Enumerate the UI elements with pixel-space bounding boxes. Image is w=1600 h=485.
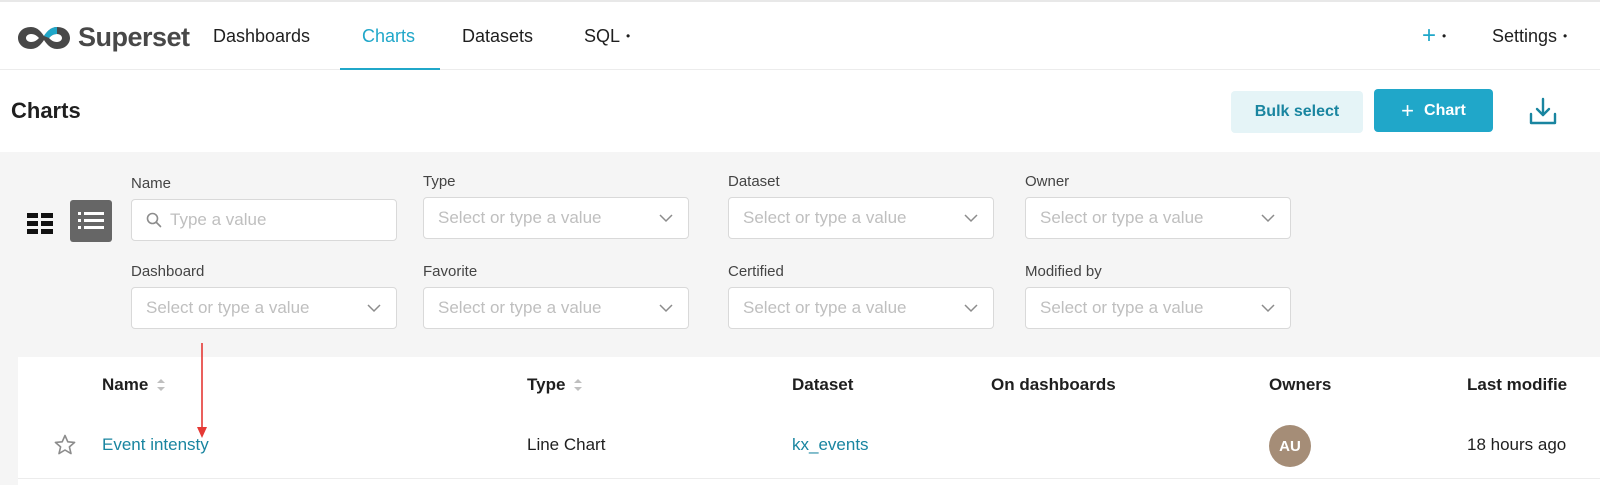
chevron-down-icon [659,214,673,223]
add-chart-label: Chart [1424,101,1466,119]
filter-certified-select[interactable]: Select or type a value [728,287,994,329]
filter-favorite-select[interactable]: Select or type a value [423,287,689,329]
filter-owner-label: Owner [1025,173,1070,190]
search-icon [146,212,162,228]
top-nav: Superset Dashboards Charts Datasets SQL •… [0,0,1600,71]
filter-type-placeholder: Select or type a value [438,208,602,227]
filter-dashboard-label: Dashboard [131,263,205,280]
download-icon[interactable] [1528,96,1558,128]
filter-name-input[interactable]: Type a value [131,199,397,241]
favorite-star-icon[interactable] [53,433,77,457]
filter-modified-by-select[interactable]: Select or type a value [1025,287,1291,329]
column-header-label: Type [527,375,566,394]
column-header-last-modified: Last modifie [1467,375,1568,394]
chevron-down-icon [1261,304,1275,313]
chevron-down-icon [964,304,978,313]
dropdown-caret-icon: • [626,29,631,43]
row-divider [18,478,1600,479]
chart-dataset-link[interactable]: kx_events [792,435,869,455]
filter-name-label: Name [131,175,172,192]
filter-owner-select[interactable]: Select or type a value [1025,197,1291,239]
owner-avatar[interactable]: AU [1269,425,1311,467]
column-header-on-dashboards: On dashboards [991,375,1116,394]
column-header-type[interactable]: Type [527,375,583,395]
chevron-down-icon [659,304,673,313]
filter-dashboard-select[interactable]: Select or type a value [131,287,397,329]
nav-dashboards-label: Dashboards [213,25,311,46]
filter-favorite-placeholder: Select or type a value [438,298,602,317]
filter-modified-by-placeholder: Select or type a value [1040,298,1204,317]
filter-dataset-select[interactable]: Select or type a value [728,197,994,239]
sort-icon [157,379,166,391]
add-chart-button[interactable]: + Chart [1374,89,1493,132]
brand-logo-link[interactable]: Superset [16,22,190,53]
column-header-label: Name [102,375,149,394]
new-item-menu[interactable]: + • [1422,2,1446,70]
charts-table: Name Type Dataset On dashboards Owners L… [18,357,1600,485]
bulk-select-button[interactable]: Bulk select [1231,91,1363,133]
column-header-dataset: Dataset [792,375,854,394]
filter-dataset-label: Dataset [728,173,780,190]
superset-logo-icon [18,26,70,49]
column-header-name[interactable]: Name [102,375,166,395]
brand-name: Superset [78,22,190,52]
filter-dashboard-placeholder: Select or type a value [146,298,310,317]
filter-dataset-placeholder: Select or type a value [743,208,907,227]
grid-view-icon [27,213,53,234]
filter-type-label: Type [423,173,456,190]
filter-name-placeholder: Type a value [170,210,267,229]
sort-icon [574,379,583,391]
chart-name-link[interactable]: Event intensty [102,435,209,455]
list-view-icon [78,212,104,229]
nav-sql-label: SQL [584,25,621,46]
chart-type-cell: Line Chart [527,435,606,454]
page-title: Charts [11,98,81,123]
filter-modified-by-label: Modified by [1025,263,1102,280]
filter-owner-placeholder: Select or type a value [1040,208,1204,227]
nav-sql-menu[interactable]: SQL • [584,2,630,70]
plus-icon: + [1401,97,1415,123]
chevron-down-icon [1261,214,1275,223]
column-header-owners: Owners [1269,375,1332,394]
dropdown-caret-icon: • [1442,29,1447,43]
nav-charts-label: Charts [362,25,416,46]
plus-icon: + [1422,22,1437,49]
nav-datasets-label: Datasets [462,25,534,46]
chart-last-modified-cell: 18 hours ago [1467,435,1567,454]
page-header: Charts Bulk select + Chart [0,70,1600,152]
nav-charts[interactable]: Charts [362,2,415,70]
chevron-down-icon [367,304,381,313]
filter-type-select[interactable]: Select or type a value [423,197,689,239]
filter-certified-label: Certified [728,263,784,280]
settings-menu[interactable]: Settings • [1492,2,1567,70]
list-view-toggle[interactable] [70,200,112,242]
nav-dashboards[interactable]: Dashboards [213,2,310,70]
nav-datasets[interactable]: Datasets [462,2,533,70]
dropdown-caret-icon: • [1563,29,1568,43]
chevron-down-icon [964,214,978,223]
filter-certified-placeholder: Select or type a value [743,298,907,317]
filter-favorite-label: Favorite [423,263,478,280]
card-view-toggle[interactable] [20,204,60,244]
settings-label: Settings [1492,25,1558,46]
